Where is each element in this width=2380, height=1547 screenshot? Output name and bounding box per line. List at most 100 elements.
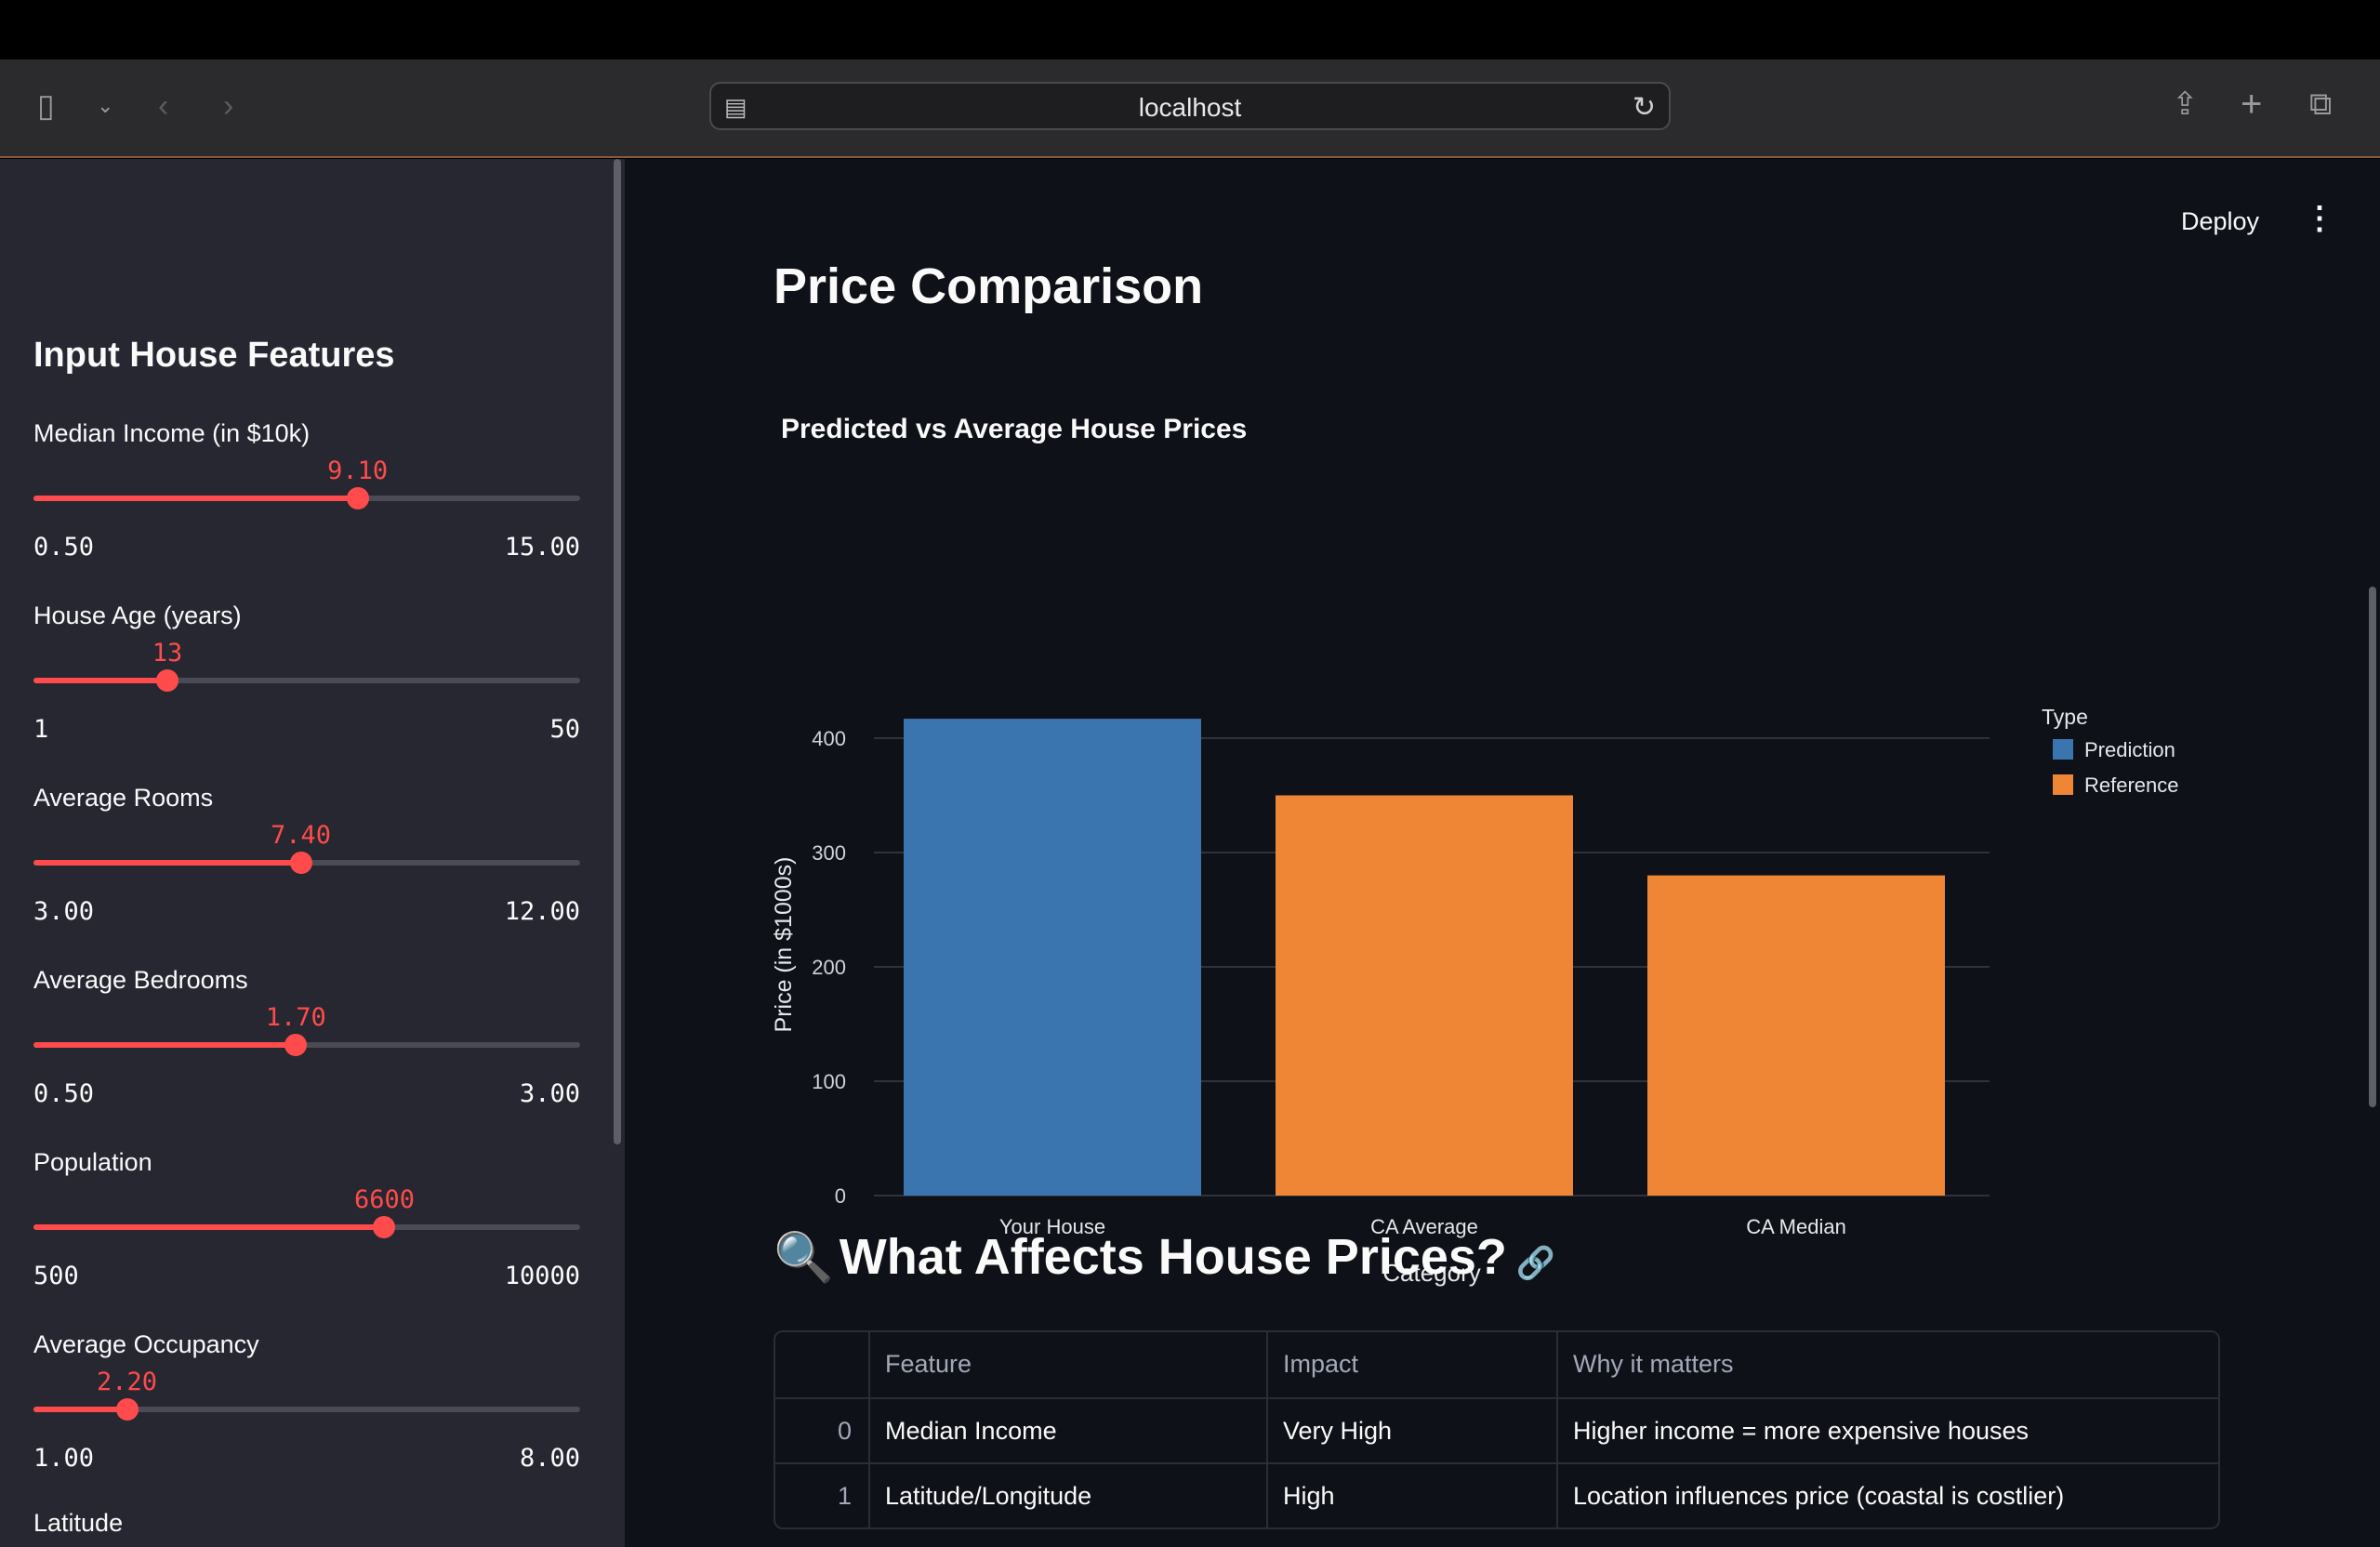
slider-value: 6600 xyxy=(353,1185,415,1214)
legend-title: Type xyxy=(2042,705,2088,729)
browser-toolbar: ▯ ⌄ ‹ › ▤ localhost ↻ ⇪ + ⧉ xyxy=(0,60,2380,158)
slider-value: 1.70 xyxy=(265,1003,326,1032)
address-bar[interactable]: ▤ localhost ↻ xyxy=(709,82,1671,130)
slider-min: 1.00 xyxy=(33,1444,95,1473)
slider-thumb[interactable] xyxy=(284,1034,308,1056)
slider-label: Average Rooms xyxy=(33,784,214,812)
main-menu-icon[interactable]: ⋮ xyxy=(2304,200,2335,237)
slider-min: 0.50 xyxy=(33,533,95,562)
slider-min: 1 xyxy=(33,715,49,744)
main-content: Deploy ⋮ Price Comparison Predicted vs A… xyxy=(625,159,2380,1547)
url-text: localhost xyxy=(1138,93,1242,122)
slider-min: 3.00 xyxy=(33,897,95,926)
slider-max: 8.00 xyxy=(519,1444,580,1473)
table-cell: 0 xyxy=(837,1417,852,1445)
table-cell: 1 xyxy=(837,1482,852,1510)
forward-icon[interactable]: › xyxy=(223,87,233,125)
slider-max: 10000 xyxy=(504,1262,580,1290)
legend-entry[interactable]: Prediction xyxy=(2084,738,2175,761)
slider-label-latitude: Latitude xyxy=(33,1509,124,1537)
slider-max: 12.00 xyxy=(504,897,580,926)
sidebar-toggle-icon[interactable]: ▯ xyxy=(37,87,55,125)
slider-min: 0.50 xyxy=(33,1079,95,1108)
legend-swatch[interactable] xyxy=(2053,739,2073,760)
slider-label: Average Occupancy xyxy=(33,1330,259,1358)
new-tab-icon[interactable]: + xyxy=(2241,86,2262,123)
table-header-cell: Impact xyxy=(1266,1332,1556,1397)
main-scrollbar[interactable] xyxy=(2369,587,2376,1107)
slider-fill xyxy=(33,496,358,501)
slider-fill xyxy=(33,678,168,683)
legend-entry[interactable]: Reference xyxy=(2084,774,2179,797)
y-tick-label: 200 xyxy=(812,956,846,979)
slider-fill xyxy=(33,860,301,866)
table-cell: Higher income = more expensive houses xyxy=(1556,1399,2218,1462)
y-tick-label: 100 xyxy=(812,1070,846,1093)
slider-label: Median Income (in $10k) xyxy=(33,419,311,447)
section-title-text: What Affects House Prices? xyxy=(839,1229,1507,1285)
table-cell: High xyxy=(1266,1464,1556,1527)
slider-value: 13 xyxy=(152,639,183,668)
sidebar: Input House Features Median Income (in $… xyxy=(0,159,625,1547)
table-header-cell xyxy=(775,1332,868,1397)
feature-impact-table: Feature Impact Why it matters 0 Median Incom… xyxy=(774,1330,2220,1529)
slider-max: 3.00 xyxy=(519,1079,580,1108)
section-title: 🔍 What Affects House Prices? 🔗 xyxy=(774,1228,1555,1286)
y-tick-label: 0 xyxy=(835,1184,846,1208)
slider-value: 2.20 xyxy=(97,1368,158,1396)
slider-5[interactable]: Average Occupancy 2.20 1.00 8.00 xyxy=(33,1330,580,1498)
bar-your-house[interactable] xyxy=(904,719,1201,1196)
slider-min: 500 xyxy=(33,1262,79,1290)
slider-thumb[interactable] xyxy=(115,1398,139,1421)
table-cell: Location influences price (coastal is co… xyxy=(1556,1464,2218,1527)
sidebar-scrollbar[interactable] xyxy=(614,159,621,1144)
slider-fill xyxy=(33,1224,385,1230)
slider-thumb[interactable] xyxy=(289,852,312,874)
slider-2[interactable]: Average Rooms 7.40 3.00 12.00 xyxy=(33,784,580,951)
deploy-button[interactable]: Deploy xyxy=(2181,207,2259,236)
slider-thumb[interactable] xyxy=(346,487,369,509)
table-cell: Latitude/Longitude xyxy=(868,1464,1266,1527)
table-header-cell: Why it matters xyxy=(1556,1332,2218,1397)
anchor-link-icon[interactable]: 🔗 xyxy=(1516,1246,1555,1281)
bar-chart: 0100200300400Your House CA Average CA Medi… xyxy=(771,705,2179,1287)
legend-swatch[interactable] xyxy=(2053,774,2073,795)
slider-0[interactable]: Median Income (in $10k) 9.10 0.50 15.00 xyxy=(33,419,580,587)
page-title: Price Comparison xyxy=(774,258,1204,314)
slider-fill xyxy=(33,1042,297,1048)
slider-label: Average Bedrooms xyxy=(33,966,248,994)
table-row: 1 Latitude/Longitude High Location influenc… xyxy=(775,1462,2218,1527)
table-row: 0 Median Income Very High Higher income = m… xyxy=(775,1397,2218,1462)
slider-1[interactable]: House Age (years) 13 1 50 xyxy=(33,602,580,769)
magnifier-icon: 🔍 xyxy=(774,1231,834,1285)
back-icon[interactable]: ‹ xyxy=(158,87,168,125)
slider-value: 9.10 xyxy=(327,456,389,485)
y-tick-label: 400 xyxy=(812,727,846,750)
chart-title: Predicted vs Average House Prices xyxy=(781,414,1248,444)
tab-overview-icon[interactable]: ⧉ xyxy=(2309,86,2332,123)
chevron-down-icon[interactable]: ⌄ xyxy=(97,87,113,125)
reload-icon[interactable]: ↻ xyxy=(1633,91,1656,124)
slider-thumb[interactable] xyxy=(373,1216,396,1238)
table-cell: Median Income xyxy=(868,1399,1266,1462)
sidebar-title: Input House Features xyxy=(33,336,395,375)
slider-3[interactable]: Average Bedrooms 1.70 0.50 3.00 xyxy=(33,966,580,1133)
os-top-bar xyxy=(0,0,2380,60)
table-header-row: Feature Impact Why it matters xyxy=(775,1332,2218,1397)
slider-thumb[interactable] xyxy=(156,669,179,692)
table-cell: Very High xyxy=(1266,1399,1556,1462)
share-icon[interactable]: ⇪ xyxy=(2172,86,2199,123)
table-header-cell: Feature xyxy=(868,1332,1266,1397)
y-axis-title: Price (in $1000s) xyxy=(771,857,797,1033)
y-tick-label: 300 xyxy=(812,841,846,865)
slider-value: 7.40 xyxy=(271,821,332,850)
slider-fill xyxy=(33,1407,127,1412)
slider-max: 15.00 xyxy=(504,533,580,562)
bar-ca-average[interactable] xyxy=(1276,795,1573,1197)
bar-ca-median[interactable] xyxy=(1647,875,1945,1196)
slider-max: 50 xyxy=(549,715,580,744)
slider-label: House Age (years) xyxy=(33,602,242,629)
slider-4[interactable]: Population 6600 500 10000 xyxy=(33,1148,580,1316)
slider-label: Population xyxy=(33,1148,152,1176)
x-tick-label: CA Median xyxy=(1746,1215,1846,1238)
